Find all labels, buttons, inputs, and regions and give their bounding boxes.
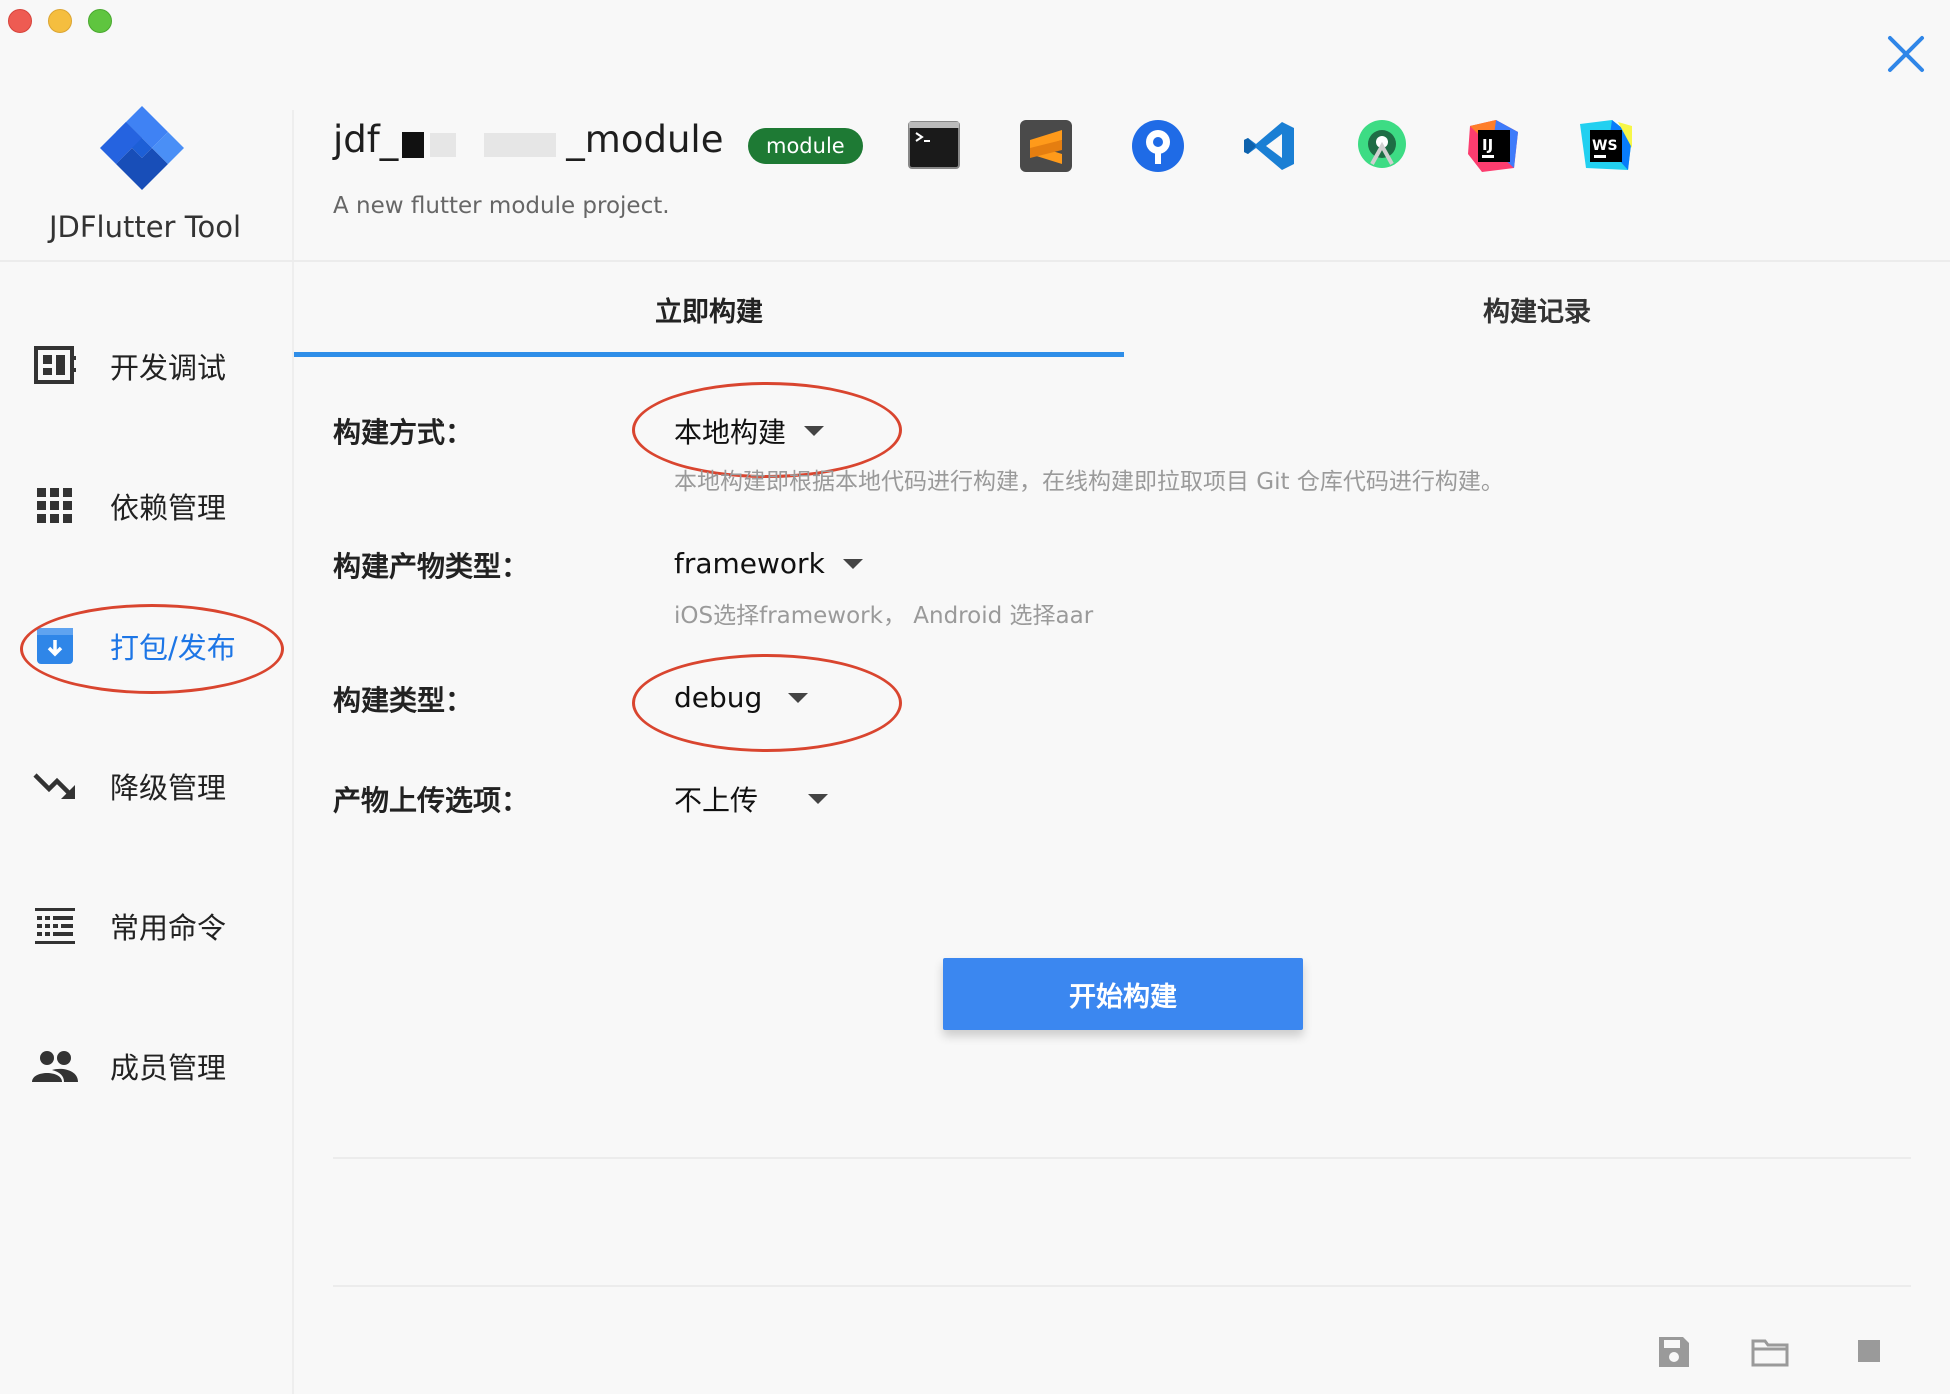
project-title-suffix: _module	[566, 118, 724, 161]
artifact-type-value: framework	[674, 547, 825, 580]
sidebar-item-label: 成员管理	[110, 1051, 227, 1085]
dashboard-icon	[30, 341, 80, 391]
upload-option-value: 不上传	[674, 784, 759, 817]
project-title: jdf_ _module	[333, 118, 723, 161]
start-build-button[interactable]: 开始构建	[943, 958, 1303, 1030]
redacted-text	[402, 131, 425, 158]
folder-icon[interactable]	[1750, 1334, 1790, 1370]
sidebar-item-members[interactable]: 成员管理	[30, 1036, 270, 1096]
artifact-type-hint: iOS选择framework， Android 选择aar	[674, 603, 1094, 629]
window-zoom-traffic-light[interactable]	[88, 9, 112, 33]
ws-text: WS	[1592, 138, 1618, 154]
build-type-label: 构建类型：	[333, 684, 474, 717]
sidebar-item-downgrade[interactable]: 降级管理	[30, 756, 270, 816]
grid-icon	[30, 481, 80, 531]
close-icon[interactable]	[1882, 30, 1930, 78]
module-badge: module	[748, 128, 863, 164]
upload-option-dropdown[interactable]: 不上传	[674, 779, 829, 819]
sidebar-item-label: 依赖管理	[110, 491, 227, 525]
artifact-type-label: 构建产物类型：	[333, 550, 530, 583]
window-close-traffic-light[interactable]	[8, 9, 32, 33]
tab-build-now[interactable]: 立即构建	[294, 290, 1124, 330]
webstorm-icon[interactable]: WS	[1578, 118, 1634, 174]
sidebar-item-commands[interactable]: 常用命令	[30, 896, 270, 956]
android-studio-icon[interactable]	[1354, 118, 1410, 174]
chevron-down-icon	[808, 794, 829, 804]
trending-down-icon	[30, 761, 80, 811]
people-icon	[30, 1041, 80, 1091]
terminal-icon[interactable]	[906, 118, 962, 174]
tab-active-indicator	[294, 352, 1124, 357]
annotation-circle-nav	[20, 604, 284, 694]
sidebar-item-label: 降级管理	[110, 771, 227, 805]
header-divider	[0, 260, 1950, 262]
artifact-type-dropdown[interactable]: framework	[674, 547, 863, 580]
app-logo-icon	[100, 106, 184, 190]
sidebar-item-label: 开发调试	[110, 351, 227, 385]
app-name: JDFlutter Tool	[48, 210, 242, 244]
ij-text: IJ	[1482, 136, 1493, 154]
divider	[333, 1285, 1911, 1287]
sidebar-item-dependencies[interactable]: 依赖管理	[30, 476, 270, 536]
stop-icon[interactable]	[1852, 1334, 1888, 1370]
project-title-prefix: jdf_	[333, 118, 399, 161]
annotation-circle-build-type	[632, 654, 902, 752]
upload-option-label: 产物上传选项：	[333, 784, 530, 817]
vscode-icon[interactable]	[1242, 118, 1298, 174]
redacted-text	[430, 132, 457, 157]
command-list-icon	[30, 901, 80, 951]
build-method-label: 构建方式：	[333, 416, 474, 449]
build-method-hint: 本地构建即根据本地代码进行构建，在线构建即拉取项目 Git 仓库代码进行构建。	[674, 469, 1504, 495]
project-description: A new flutter module project.	[333, 193, 670, 219]
sidebar-item-dev-debug[interactable]: 开发调试	[30, 336, 270, 396]
save-icon[interactable]	[1656, 1334, 1692, 1370]
intellij-idea-icon[interactable]: IJ	[1466, 118, 1522, 174]
sourcetree-icon[interactable]	[1130, 118, 1186, 174]
sidebar-item-label: 常用命令	[110, 911, 227, 945]
divider	[333, 1157, 1911, 1159]
redacted-text	[484, 132, 557, 157]
sublime-text-icon[interactable]	[1018, 118, 1074, 174]
window-minimize-traffic-light[interactable]	[48, 9, 72, 33]
tab-build-history[interactable]: 构建记录	[1124, 290, 1950, 330]
chevron-down-icon	[842, 558, 863, 569]
